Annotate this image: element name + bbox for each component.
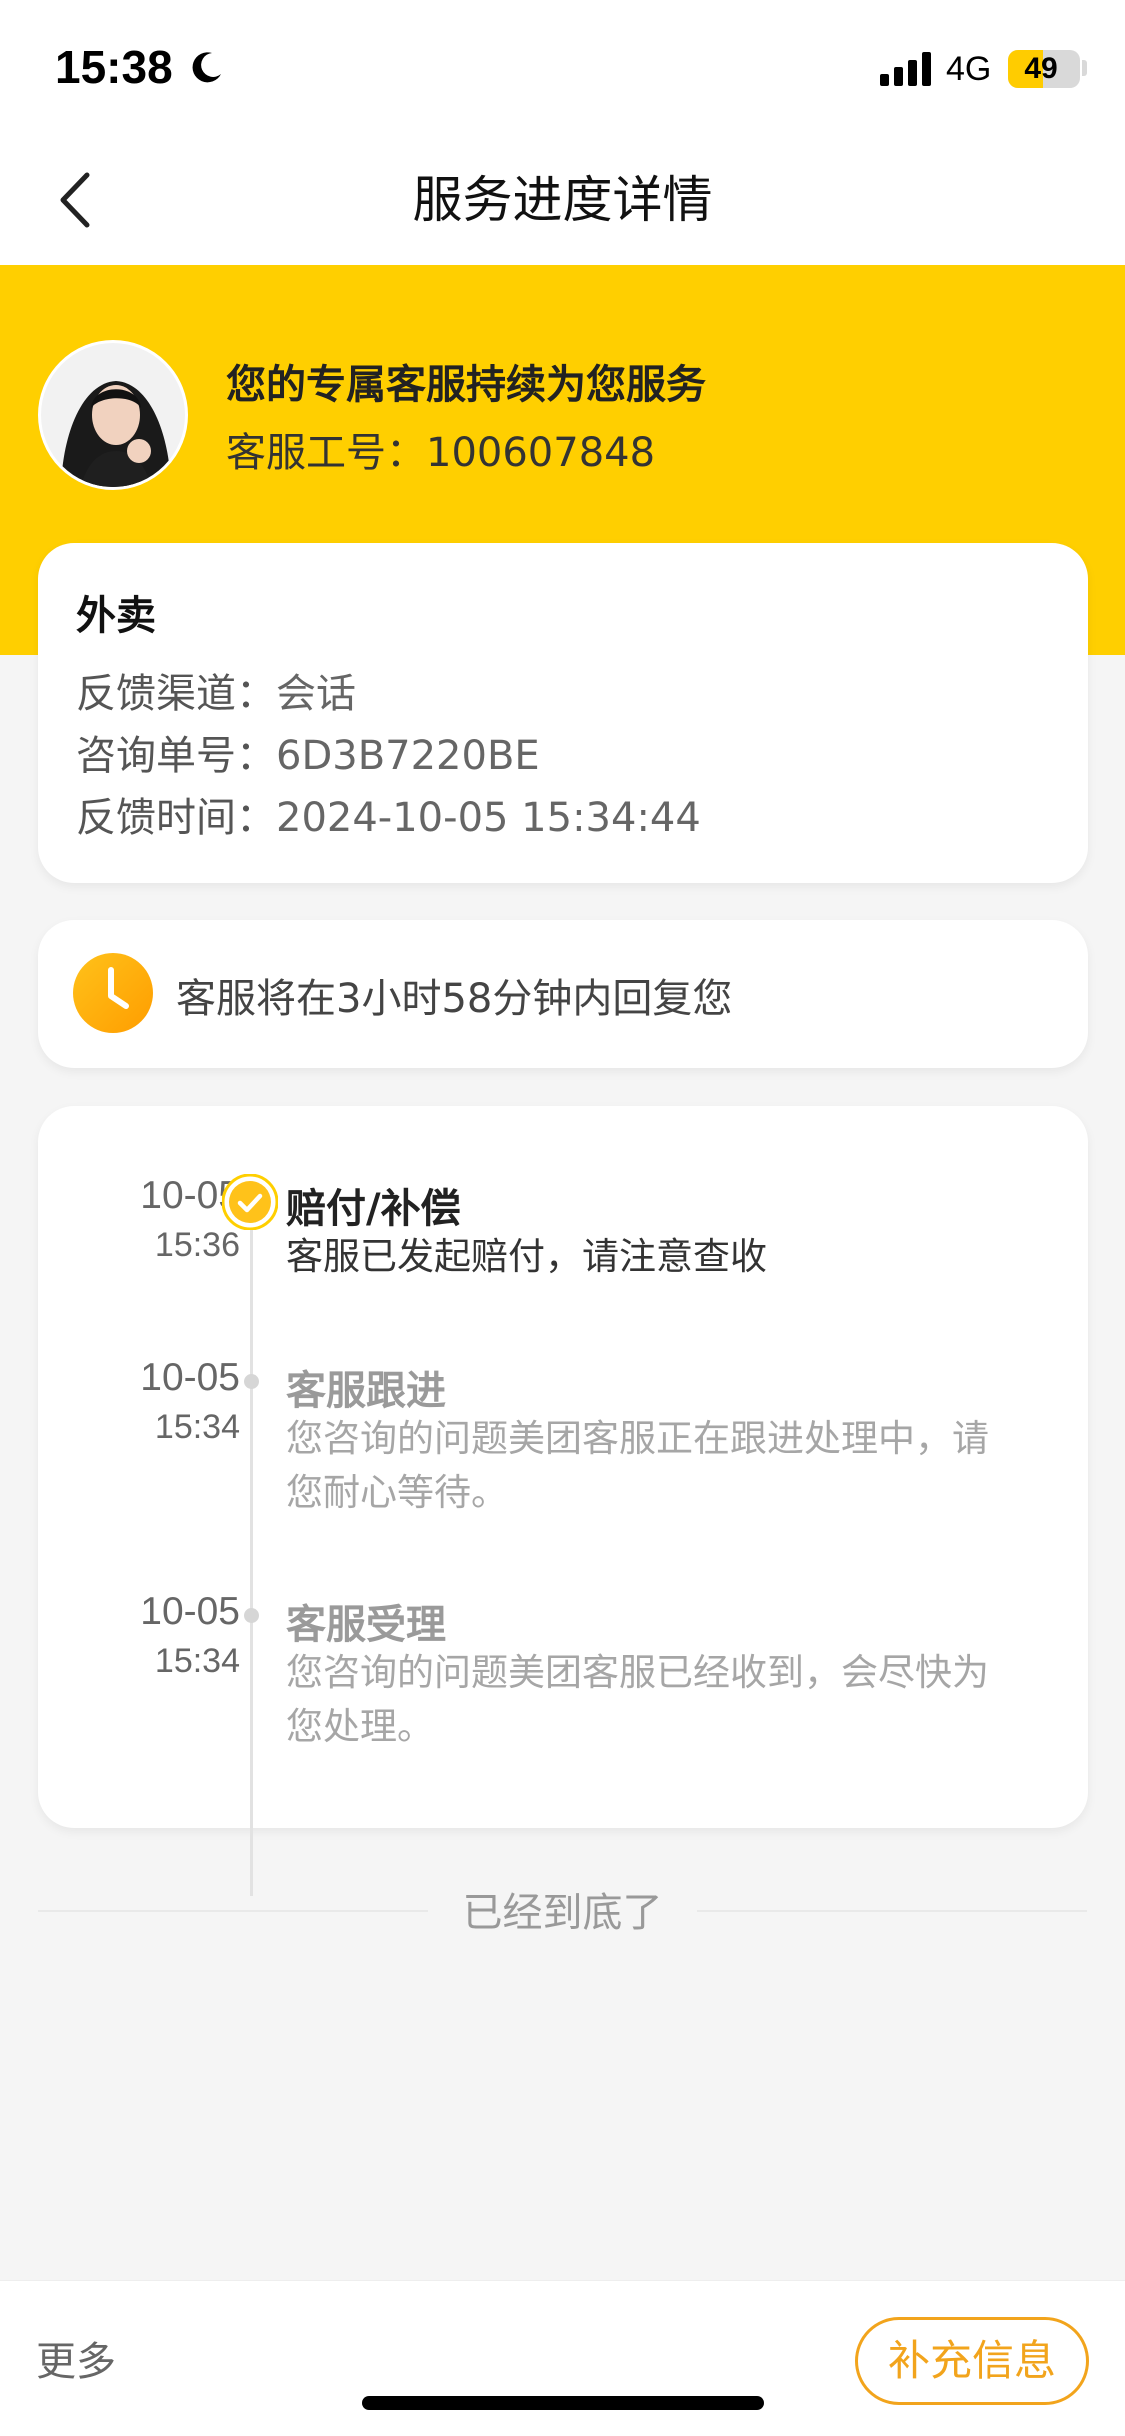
timeline-date: 10-05 bbox=[140, 1356, 240, 1399]
page-title: 服务进度详情 bbox=[412, 171, 713, 229]
reply-eta-text: 客服将在3小时58分钟内回复您 bbox=[176, 976, 733, 1022]
order-info-card: 外卖 反馈渠道：会话 咨询单号：6D3B7220BE 反馈时间：2024-10-… bbox=[38, 543, 1088, 883]
timeline-title: 客服受理 bbox=[286, 1602, 446, 1648]
check-circle-icon bbox=[222, 1174, 278, 1230]
chevron-left-icon bbox=[60, 172, 90, 228]
feedback-time-label: 反馈时间： bbox=[76, 795, 276, 841]
bottom-action-bar: 更多 补充信息 bbox=[0, 2280, 1125, 2436]
timeline-desc: 客服已发起赔付，请注意查收 bbox=[286, 1235, 767, 1278]
timeline-desc: 您咨询的问题美团客服已经收到，会尽快为您处理。 bbox=[286, 1651, 989, 1748]
battery-percent: 49 bbox=[1024, 52, 1058, 85]
nav-bar: 服务进度详情 bbox=[0, 135, 1125, 265]
consult-number-value: 6D3B7220BE bbox=[276, 733, 540, 779]
timeline-date: 10-05 bbox=[140, 1590, 240, 1633]
moon-icon bbox=[192, 52, 221, 83]
signal-icon bbox=[880, 52, 931, 86]
timeline-dot bbox=[244, 1608, 259, 1623]
feedback-channel-value: 会话 bbox=[276, 671, 356, 717]
feedback-time-value: 2024-10-05 15:34:44 bbox=[276, 795, 701, 841]
timeline-title: 赔付/补偿 bbox=[286, 1186, 461, 1232]
timeline-time: 15:36 bbox=[154, 1226, 240, 1264]
timeline-dot bbox=[244, 1374, 259, 1389]
feedback-time-row: 反馈时间：2024-10-05 15:34:44 bbox=[76, 785, 701, 843]
battery-cap bbox=[1082, 60, 1087, 76]
agent-id: 客服工号：100607848 bbox=[226, 430, 656, 476]
timeline-desc: 您咨询的问题美团客服正在跟进处理中，请您耐心等待。 bbox=[286, 1417, 989, 1514]
business-type: 外卖 bbox=[76, 593, 156, 639]
avatar bbox=[38, 340, 188, 490]
more-button[interactable]: 更多 bbox=[36, 2329, 116, 2387]
battery-icon: 49 bbox=[1008, 50, 1080, 88]
feedback-channel-label: 反馈渠道： bbox=[76, 671, 276, 717]
status-bar: 15:38 4G 49 bbox=[0, 0, 1125, 135]
timeline-line bbox=[250, 1198, 253, 1896]
home-indicator[interactable] bbox=[362, 2396, 764, 2410]
reply-eta-card: 客服将在3小时58分钟内回复您 bbox=[38, 920, 1088, 1068]
feedback-channel-row: 反馈渠道：会话 bbox=[76, 661, 356, 719]
supplement-info-button[interactable]: 补充信息 bbox=[855, 2317, 1089, 2405]
clock-icon bbox=[73, 953, 153, 1033]
timeline-date: 10-05 bbox=[140, 1174, 240, 1217]
timeline-time: 15:34 bbox=[154, 1642, 240, 1680]
timeline-time: 15:34 bbox=[154, 1408, 240, 1446]
network-label: 4G bbox=[946, 50, 992, 88]
consult-number-row: 咨询单号：6D3B7220BE bbox=[76, 723, 540, 781]
timeline-title: 客服跟进 bbox=[286, 1368, 446, 1414]
consult-number-label: 咨询单号： bbox=[76, 733, 276, 779]
end-of-list-text: 已经到底了 bbox=[462, 1890, 663, 1936]
status-time: 15:38 bbox=[55, 41, 173, 93]
progress-timeline-card: 10-05 15:36 赔付/补偿 客服已发起赔付，请注意查收 10-05 15… bbox=[38, 1106, 1088, 1896]
agent-title: 您的专属客服持续为您服务 bbox=[226, 362, 706, 408]
back-button[interactable] bbox=[45, 165, 115, 235]
